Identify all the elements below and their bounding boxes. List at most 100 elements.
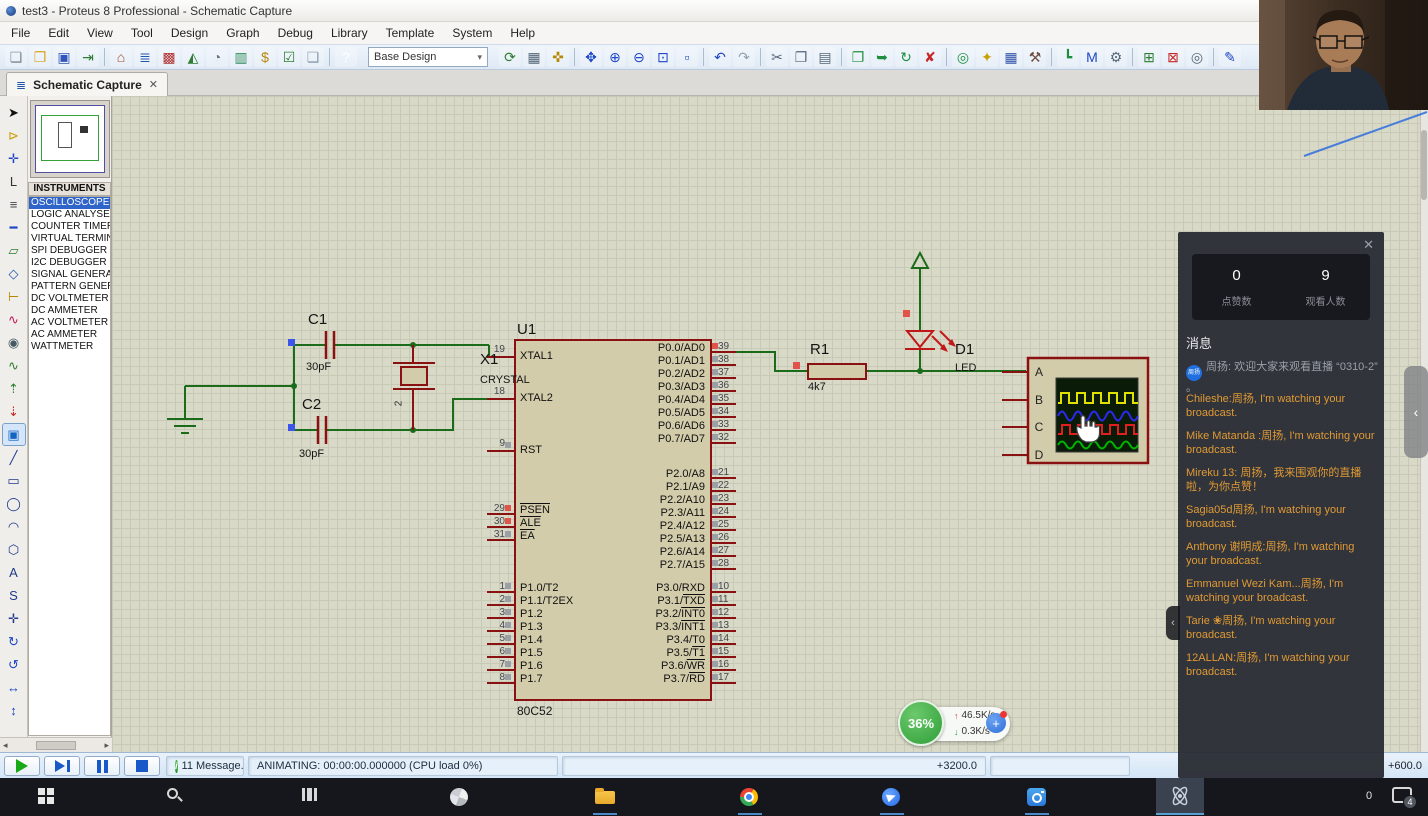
selection-mode-icon[interactable]: ➤: [3, 102, 25, 123]
memory-percent-badge[interactable]: 36%: [898, 700, 944, 746]
wire-autorouter-icon[interactable]: ┗: [1057, 47, 1079, 67]
taskbar-file-explorer[interactable]: [595, 788, 615, 804]
block-rotate-icon[interactable]: ↻: [895, 47, 917, 67]
device-pin-icon[interactable]: ⊢: [3, 286, 25, 307]
block-copy-icon[interactable]: ❐: [847, 47, 869, 67]
zoom-in-icon[interactable]: ⊕: [604, 47, 626, 67]
paste-icon[interactable]: ▤: [814, 47, 836, 67]
electrical-rules-icon[interactable]: ☑: [278, 47, 300, 67]
scrollbar-thumb[interactable]: [36, 741, 76, 750]
scroll-right-icon[interactable]: ▸: [104, 740, 109, 751]
menu-item[interactable]: File: [2, 23, 39, 43]
menu-item[interactable]: Template: [377, 23, 444, 43]
rotate-cw-icon[interactable]: ↻: [3, 631, 25, 652]
2d-circle-icon[interactable]: ◯: [3, 493, 25, 514]
instrument-item[interactable]: DC VOLTMETER: [29, 293, 110, 305]
tab-close-icon[interactable]: ✕: [149, 78, 158, 91]
start-button[interactable]: [38, 788, 45, 795]
c2-value[interactable]: 30pF: [299, 448, 324, 460]
search-tag-icon[interactable]: M: [1081, 47, 1103, 67]
zoom-out-icon[interactable]: ⊖: [628, 47, 650, 67]
menu-item[interactable]: Design: [162, 23, 217, 43]
schematic-capture-icon[interactable]: ≣: [134, 47, 156, 67]
d1-value[interactable]: LED: [955, 362, 976, 374]
component-mode-icon[interactable]: ⊳: [3, 125, 25, 146]
overview-minimap[interactable]: [30, 100, 110, 178]
2d-arc-icon[interactable]: ◠: [3, 516, 25, 537]
stop-button[interactable]: [124, 756, 160, 776]
packaging-tool-icon[interactable]: ▦: [1000, 47, 1022, 67]
home-icon[interactable]: ⌂: [110, 47, 132, 67]
menu-item[interactable]: Tool: [122, 23, 162, 43]
c2-ref[interactable]: C2: [302, 396, 321, 413]
pan-icon[interactable]: ✥: [580, 47, 602, 67]
instrument-item[interactable]: LOGIC ANALYSER: [29, 209, 110, 221]
instrument-item[interactable]: I2C DEBUGGER: [29, 257, 110, 269]
r1-ref[interactable]: R1: [810, 341, 829, 358]
voltage-probe-icon[interactable]: ⇡: [3, 378, 25, 399]
instrument-item[interactable]: AC VOLTMETER: [29, 317, 110, 329]
3d-visualizer-icon[interactable]: ◭: [182, 47, 204, 67]
undo-icon[interactable]: ↶: [709, 47, 731, 67]
decompose-icon[interactable]: ⚒: [1024, 47, 1046, 67]
u1-ref[interactable]: U1: [517, 321, 536, 338]
2d-text-icon[interactable]: A: [3, 562, 25, 583]
save-project-icon[interactable]: ▣: [53, 47, 75, 67]
origin-icon[interactable]: ✜: [547, 47, 569, 67]
goto-sheet-icon[interactable]: ◎: [1186, 47, 1208, 67]
play-button[interactable]: [4, 756, 40, 776]
terminal-mode-icon[interactable]: ◇: [3, 263, 25, 284]
scroll-left-icon[interactable]: ◂: [3, 740, 8, 751]
graph-mode-icon[interactable]: ∿: [3, 309, 25, 330]
pause-button[interactable]: [84, 756, 120, 776]
close-project-icon[interactable]: ⇥: [77, 47, 99, 67]
taskbar-360-browser[interactable]: [450, 788, 468, 806]
new-sheet-icon[interactable]: ⊞: [1138, 47, 1160, 67]
generator-mode-icon[interactable]: ∿: [3, 355, 25, 376]
zoom-extents-icon[interactable]: ⊡: [652, 47, 674, 67]
webcam-video[interactable]: [1259, 0, 1428, 110]
pcb-layout-icon[interactable]: ▩: [158, 47, 180, 67]
chat-collapse-handle[interactable]: ‹: [1166, 606, 1180, 640]
copy-icon[interactable]: ❐: [790, 47, 812, 67]
virtual-instruments-icon[interactable]: ▣: [3, 424, 25, 445]
2d-marker-icon[interactable]: ✛: [3, 608, 25, 629]
cut-icon[interactable]: ✂: [766, 47, 788, 67]
instrument-item[interactable]: AC AMMETER: [29, 329, 110, 341]
r1-value[interactable]: 4k7: [808, 381, 826, 393]
taskbar-camera-app[interactable]: [1027, 788, 1046, 806]
mirror-x-icon[interactable]: ↔: [3, 677, 25, 698]
gerber-viewer-icon[interactable]: ◔: [206, 47, 228, 67]
new-project-icon[interactable]: ❏: [5, 47, 27, 67]
task-view-button[interactable]: [302, 788, 317, 801]
bill-of-materials-icon[interactable]: $: [254, 47, 276, 67]
instrument-item[interactable]: WATTMETER: [29, 341, 110, 353]
net-speed-monitor[interactable]: 36% ↑ 46.5K/s ↓ 0.3K/s +: [898, 700, 1016, 750]
taskbar-quark-browser[interactable]: [882, 788, 900, 806]
vscrollbar-thumb[interactable]: [1421, 130, 1427, 200]
design-selector[interactable]: Base Design ▾: [368, 47, 488, 67]
tape-recorder-icon[interactable]: ◉: [3, 332, 25, 353]
message-counter[interactable]: i 11 Message...: [166, 756, 244, 776]
property-assignment-icon[interactable]: ⚙: [1105, 47, 1127, 67]
instrument-item[interactable]: SPI DEBUGGER: [29, 245, 110, 257]
menu-item[interactable]: Library: [322, 23, 377, 43]
menu-item[interactable]: View: [78, 23, 122, 43]
wire-label-icon[interactable]: L: [3, 171, 25, 192]
instrument-item[interactable]: PATTERN GENER: [29, 281, 110, 293]
remove-sheet-icon[interactable]: ⊠: [1162, 47, 1184, 67]
2d-line-icon[interactable]: ╱: [3, 447, 25, 468]
pick-parts-icon[interactable]: ◎: [952, 47, 974, 67]
open-project-icon[interactable]: ❒: [29, 47, 51, 67]
2d-box-icon[interactable]: ▭: [3, 470, 25, 491]
redo-icon[interactable]: ↷: [733, 47, 755, 67]
left-panel-scrollbar[interactable]: ◂▸: [0, 737, 112, 752]
block-delete-icon[interactable]: ✘: [919, 47, 941, 67]
taskbar-search[interactable]: [167, 788, 178, 799]
design-notes-icon[interactable]: ✎: [1219, 47, 1241, 67]
instrument-item[interactable]: VIRTUAL TERMIN: [29, 233, 110, 245]
current-probe-icon[interactable]: ⇣: [3, 401, 25, 422]
step-button[interactable]: [44, 756, 80, 776]
tab-schematic-capture[interactable]: ≣ Schematic Capture ✕: [6, 72, 168, 96]
menu-item[interactable]: Help: [501, 23, 544, 43]
